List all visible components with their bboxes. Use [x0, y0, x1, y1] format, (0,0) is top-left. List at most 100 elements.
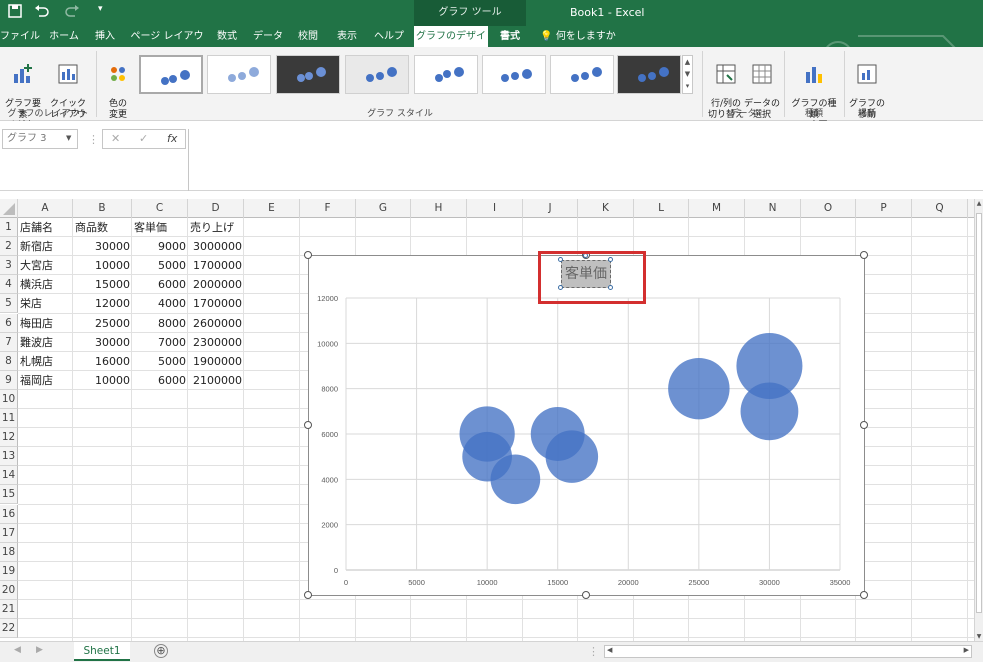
- row-header-21[interactable]: 21: [0, 600, 18, 620]
- save-icon[interactable]: [8, 4, 22, 22]
- chart-resize-handle[interactable]: [304, 591, 312, 599]
- table-cell[interactable]: 30000: [73, 237, 132, 256]
- column-header-n[interactable]: N: [745, 199, 801, 218]
- tab-chart-design[interactable]: グラフのデザイン: [414, 26, 488, 63]
- table-cell[interactable]: 8000: [132, 314, 188, 333]
- chart-resize-handle[interactable]: [582, 591, 590, 599]
- table-cell[interactable]: 福岡店: [18, 371, 73, 390]
- quick-layout-button[interactable]: クイック レイアウト: [46, 51, 90, 132]
- column-header-p[interactable]: P: [856, 199, 912, 218]
- prev-sheet-icon[interactable]: ◀: [14, 645, 21, 655]
- scroll-down-icon[interactable]: ▼: [683, 68, 692, 80]
- chart-style-4[interactable]: [345, 55, 409, 94]
- column-header-q[interactable]: Q: [912, 199, 968, 218]
- scroll-right-icon[interactable]: ▶: [964, 646, 969, 654]
- insert-function-icon[interactable]: fx: [167, 132, 177, 145]
- bubble-chart[interactable]: 0 2000 4000 6000 8000 10000 12000 0 5000 10000 150…: [308, 255, 865, 596]
- column-header-j[interactable]: J: [523, 199, 578, 218]
- row-header-9[interactable]: 9: [0, 370, 18, 390]
- vertical-scroll-thumb[interactable]: [976, 213, 982, 613]
- chart-style-5[interactable]: [414, 55, 478, 94]
- column-header-c[interactable]: C: [132, 199, 188, 218]
- table-cell[interactable]: 難波店: [18, 333, 73, 352]
- scroll-down-icon[interactable]: ▼: [975, 633, 983, 640]
- table-cell[interactable]: 10000: [73, 256, 132, 275]
- chart-resize-handle[interactable]: [860, 591, 868, 599]
- table-cell[interactable]: 10000: [73, 371, 132, 390]
- column-header-b[interactable]: B: [73, 199, 132, 218]
- table-cell[interactable]: 大宮店: [18, 256, 73, 275]
- tab-file[interactable]: ファイル: [0, 26, 40, 47]
- row-header-2[interactable]: 2: [0, 237, 18, 257]
- name-box-dropdown-icon[interactable]: ▼: [66, 134, 71, 142]
- column-header-a[interactable]: A: [18, 199, 73, 218]
- table-cell[interactable]: 4000: [132, 294, 188, 313]
- table-cell[interactable]: 3000000: [188, 237, 244, 256]
- chart-style-6[interactable]: [482, 55, 546, 94]
- header-cell[interactable]: 客単価: [132, 218, 188, 237]
- tab-view[interactable]: 表示: [328, 26, 366, 47]
- scroll-left-icon[interactable]: ◀: [607, 646, 612, 654]
- chart-resize-handle[interactable]: [304, 251, 312, 259]
- column-header-l[interactable]: L: [634, 199, 689, 218]
- header-cell[interactable]: 売り上げ: [188, 218, 244, 237]
- row-header-7[interactable]: 7: [0, 332, 18, 352]
- tab-home[interactable]: ホーム: [44, 26, 84, 47]
- more-styles-icon[interactable]: ▾: [683, 80, 692, 92]
- row-header-19[interactable]: 19: [0, 561, 18, 581]
- table-cell[interactable]: 30000: [73, 333, 132, 352]
- next-sheet-icon[interactable]: ▶: [36, 645, 43, 655]
- row-header-6[interactable]: 6: [0, 313, 18, 333]
- undo-icon[interactable]: [34, 4, 50, 22]
- table-cell[interactable]: 9000: [132, 237, 188, 256]
- row-header-5[interactable]: 5: [0, 294, 18, 314]
- table-cell[interactable]: 2100000: [188, 371, 244, 390]
- table-cell[interactable]: 1700000: [188, 256, 244, 275]
- tab-format[interactable]: 書式: [492, 26, 528, 47]
- gallery-scroll[interactable]: ▲ ▼ ▾: [682, 55, 693, 94]
- table-cell[interactable]: 2000000: [188, 275, 244, 294]
- chart-style-7[interactable]: [550, 55, 614, 94]
- row-header-17[interactable]: 17: [0, 523, 18, 543]
- table-cell[interactable]: 1900000: [188, 352, 244, 371]
- row-header-3[interactable]: 3: [0, 256, 18, 276]
- row-header-1[interactable]: 1: [0, 218, 18, 238]
- column-header-d[interactable]: D: [188, 199, 244, 218]
- column-header-h[interactable]: H: [411, 199, 467, 218]
- table-cell[interactable]: 5000: [132, 256, 188, 275]
- enter-icon[interactable]: ✓: [139, 132, 148, 145]
- change-chart-type-button[interactable]: グラフの種類 の変更: [788, 51, 840, 132]
- row-header-12[interactable]: 12: [0, 428, 18, 448]
- row-header-10[interactable]: 10: [0, 389, 18, 409]
- column-header-e[interactable]: E: [244, 199, 300, 218]
- tell-me-box[interactable]: 💡 何をしますか: [538, 26, 618, 47]
- table-cell[interactable]: 栄店: [18, 294, 73, 313]
- table-cell[interactable]: 札幌店: [18, 352, 73, 371]
- chart-style-8[interactable]: [617, 55, 681, 94]
- row-header-15[interactable]: 15: [0, 485, 18, 505]
- table-cell[interactable]: 梅田店: [18, 314, 73, 333]
- table-cell[interactable]: 新宿店: [18, 237, 73, 256]
- chart-resize-handle[interactable]: [304, 421, 312, 429]
- table-cell[interactable]: 25000: [73, 314, 132, 333]
- chart-style-3[interactable]: [276, 55, 340, 94]
- row-header-4[interactable]: 4: [0, 275, 18, 295]
- horizontal-scrollbar[interactable]: ◀ ▶: [604, 645, 972, 658]
- table-cell[interactable]: 6000: [132, 275, 188, 294]
- table-cell[interactable]: 12000: [73, 294, 132, 313]
- column-header-f[interactable]: F: [300, 199, 356, 218]
- column-header-g[interactable]: G: [356, 199, 411, 218]
- tab-help[interactable]: ヘルプ: [368, 26, 410, 47]
- table-cell[interactable]: 横浜店: [18, 275, 73, 294]
- table-cell[interactable]: 15000: [73, 275, 132, 294]
- table-cell[interactable]: 6000: [132, 371, 188, 390]
- row-header-18[interactable]: 18: [0, 542, 18, 562]
- table-cell[interactable]: 2600000: [188, 314, 244, 333]
- add-sheet-icon[interactable]: ⊕: [154, 644, 168, 658]
- cancel-icon[interactable]: ✕: [111, 132, 120, 145]
- table-cell[interactable]: 16000: [73, 352, 132, 371]
- tab-page-layout[interactable]: ページ レイアウト: [126, 26, 208, 63]
- tab-review[interactable]: 校閲: [290, 26, 326, 47]
- row-header-8[interactable]: 8: [0, 351, 18, 371]
- tab-formulas[interactable]: 数式: [210, 26, 244, 47]
